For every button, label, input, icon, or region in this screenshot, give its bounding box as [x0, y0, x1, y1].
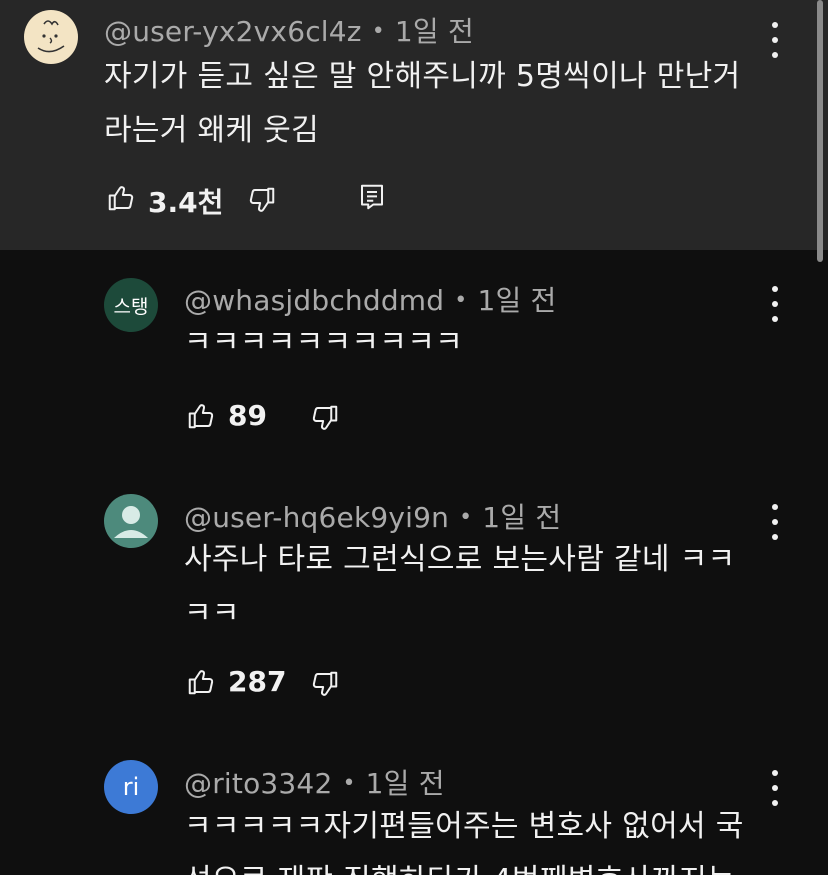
more-options-icon[interactable] [765, 22, 785, 58]
avatar-text: 스탱 [113, 295, 149, 318]
comment-text: ㅋㅋㅋㅋㅋ자기편들어주는 변호사 없어서 국 선으로 재판 진행하다가 4번째변… [184, 800, 744, 875]
dislike-icon[interactable] [310, 669, 340, 699]
avatar[interactable]: ri [104, 760, 158, 814]
more-options-icon[interactable] [765, 770, 785, 806]
like-count: 287 [228, 665, 287, 698]
default-user-icon [114, 506, 148, 538]
charlie-brown-face-icon [37, 20, 65, 53]
comment-author[interactable]: @user-yx2vx6cl4z [104, 15, 362, 48]
comment-text-line: ㅋㅋ [184, 596, 240, 631]
like-icon[interactable] [106, 183, 136, 213]
comment-author[interactable]: @user-hq6ek9yi9n [184, 501, 449, 534]
comment-meta: @rito3342 • 1일 전 [184, 762, 445, 802]
like-count: 89 [228, 399, 267, 432]
comment-text-line: ㅋㅋㅋㅋㅋ자기편들어주는 변호사 없어서 국 [184, 809, 744, 844]
like-icon[interactable] [186, 401, 216, 431]
avatar[interactable] [24, 10, 78, 64]
comment-text-line: ㅋㅋㅋㅋㅋㅋㅋㅋㅋㅋ [184, 325, 463, 360]
more-options-icon[interactable] [765, 286, 785, 322]
comment-time: 1일 전 [394, 15, 474, 48]
comment-meta: @whasjdbchddmd • 1일 전 [184, 279, 557, 319]
like-count: 3.4천 [148, 186, 224, 219]
comment-author[interactable]: @whasjdbchddmd [184, 284, 444, 317]
separator-dot: • [454, 288, 468, 313]
separator-dot: • [371, 19, 385, 44]
comments-page: @user-yx2vx6cl4z • 1일 전 자기가 듣고 싶은 말 안해주니까 … [0, 0, 828, 875]
comment-text: ㅋㅋㅋㅋㅋㅋㅋㅋㅋㅋ [184, 316, 463, 370]
comment-author[interactable]: @rito3342 [184, 767, 332, 800]
comment-time: 1일 전 [477, 284, 557, 317]
comment-time: 1일 전 [365, 767, 445, 800]
separator-dot: • [342, 771, 356, 796]
comment-text: 자기가 듣고 싶은 말 안해주니까 5명씩이나 만난거 라는거 왜케 웃김 [104, 50, 740, 158]
comment-text-line: 선으로 재판 진행하다가 4번째변호사까지는 [184, 854, 744, 875]
comment-text: 사주나 타로 그런식으로 보는사람 같네 ㅋㅋ ㅋㅋ [184, 533, 735, 641]
avatar-text: ri [122, 773, 140, 801]
reply-icon[interactable] [357, 182, 387, 212]
comment-meta: @user-hq6ek9yi9n • 1일 전 [184, 496, 561, 536]
comment-text-line: 자기가 듣고 싶은 말 안해주니까 5명씩이나 만난거 [104, 59, 741, 94]
avatar[interactable]: 스탱 [104, 278, 158, 332]
comment-meta: @user-yx2vx6cl4z • 1일 전 [104, 10, 474, 50]
like-icon[interactable] [186, 667, 216, 697]
dislike-icon[interactable] [310, 403, 340, 433]
avatar[interactable] [104, 494, 158, 548]
scrollbar[interactable] [817, 0, 823, 262]
comment-text-line: 라는거 왜케 웃김 [104, 113, 319, 148]
more-options-icon[interactable] [765, 504, 785, 540]
comment-text-line: 사주나 타로 그런식으로 보는사람 같네 ㅋㅋ [184, 542, 736, 577]
separator-dot: • [459, 505, 473, 530]
dislike-icon[interactable] [247, 185, 277, 215]
comment-time: 1일 전 [482, 501, 562, 534]
